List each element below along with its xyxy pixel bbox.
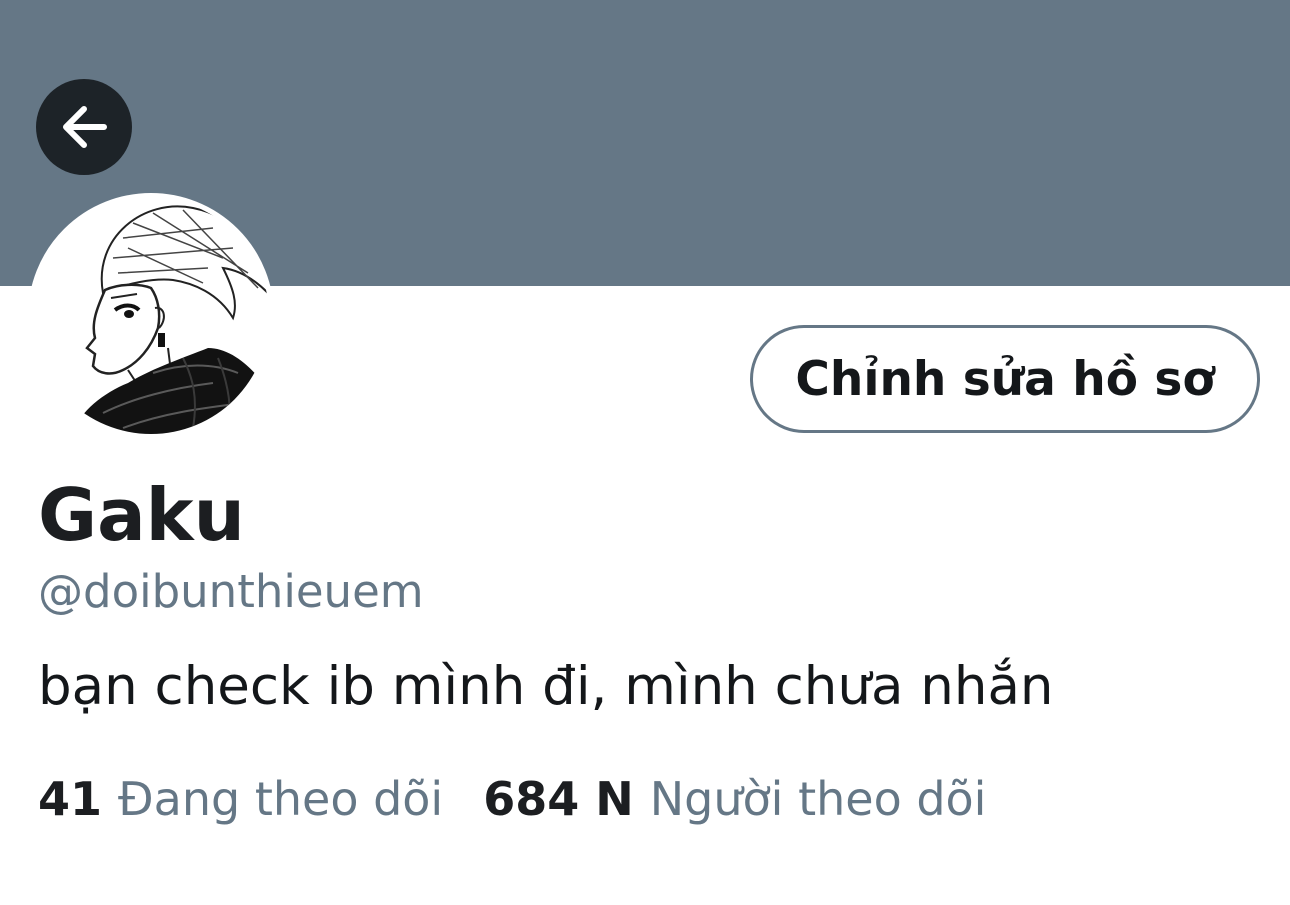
profile-stats: 41 Đang theo dõi 684 N Người theo dõi bbox=[38, 765, 986, 833]
profile-page: Chỉnh sửa hồ sơ Gaku @doibunthieuem bạn … bbox=[0, 0, 1290, 905]
back-arrow-icon bbox=[58, 101, 110, 153]
following-count: 41 bbox=[38, 772, 103, 826]
display-name: Gaku bbox=[38, 473, 245, 557]
followers-label: Người theo dõi bbox=[649, 772, 987, 826]
following-label: Đang theo dõi bbox=[118, 772, 444, 826]
edit-profile-label: Chỉnh sửa hồ sơ bbox=[795, 351, 1215, 407]
back-button[interactable] bbox=[36, 79, 132, 175]
user-handle: @doibunthieuem bbox=[38, 565, 424, 618]
followers-stat[interactable]: 684 N Người theo dõi bbox=[483, 765, 986, 833]
following-stat[interactable]: 41 Đang theo dõi bbox=[38, 765, 443, 833]
avatar[interactable] bbox=[28, 193, 274, 439]
edit-profile-button[interactable]: Chỉnh sửa hồ sơ bbox=[750, 325, 1260, 433]
profile-bio: bạn check ib mình đi, mình chưa nhắn bbox=[38, 656, 1054, 717]
followers-count: 684 N bbox=[483, 772, 634, 826]
